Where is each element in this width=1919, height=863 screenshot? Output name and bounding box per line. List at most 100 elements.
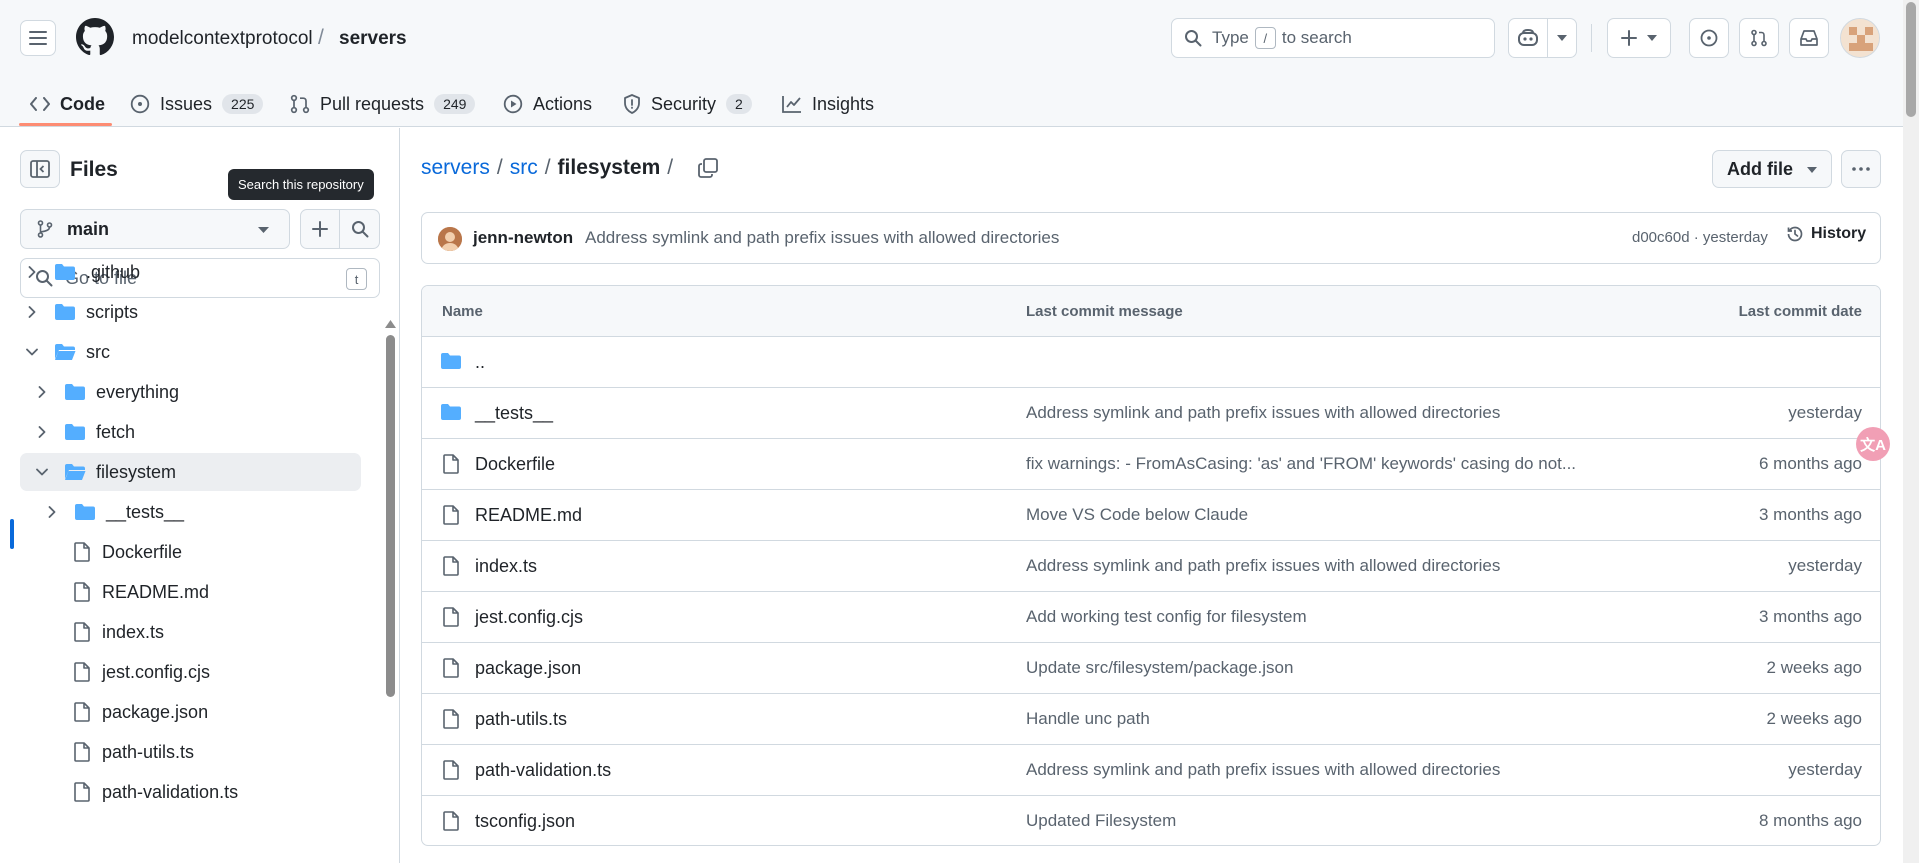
repo-owner-link[interactable]: modelcontextprotocol xyxy=(132,28,313,50)
table-row[interactable]: README.md Move VS Code below Claude 3 mont… xyxy=(422,490,1880,541)
commit-message-link[interactable]: Address symlink and path prefix issues w… xyxy=(585,228,1059,248)
copy-icon xyxy=(698,158,719,178)
tree-file-item[interactable]: index.ts xyxy=(40,613,361,651)
page-scrollbar[interactable] xyxy=(1903,0,1919,863)
pull-requests-button[interactable] xyxy=(1739,18,1779,58)
table-row[interactable]: jest.config.cjs Add working test config f… xyxy=(422,592,1880,643)
inbox-button[interactable] xyxy=(1789,18,1829,58)
user-avatar[interactable] xyxy=(1840,18,1880,58)
commit-message-link[interactable]: Move VS Code below Claude xyxy=(1026,505,1248,525)
search-input[interactable]: Type / to search xyxy=(1171,18,1495,58)
chevron-down-icon[interactable] xyxy=(24,348,40,356)
commit-message-link[interactable]: Update src/filesystem/package.json xyxy=(1026,658,1293,678)
commit-message-link[interactable]: fix warnings: - FromAsCasing: 'as' and '… xyxy=(1026,454,1576,474)
commit-message-link[interactable]: Address symlink and path prefix issues w… xyxy=(1026,403,1500,423)
commit-author-link[interactable]: jenn-newton xyxy=(473,228,573,248)
branch-selector[interactable]: main xyxy=(20,209,290,249)
commit-message-link[interactable]: Updated Filesystem xyxy=(1026,811,1176,831)
commit-message-link[interactable]: Add working test config for filesystem xyxy=(1026,607,1307,627)
file-name-link[interactable]: package.json xyxy=(475,658,581,679)
copilot-menu-button[interactable] xyxy=(1547,18,1577,58)
tab-label: Actions xyxy=(533,93,593,114)
add-file-button[interactable]: Add file xyxy=(1712,150,1832,188)
file-name-link[interactable]: path-validation.ts xyxy=(475,760,611,781)
breadcrumb-root-link[interactable]: servers xyxy=(421,156,490,180)
create-new-button[interactable] xyxy=(1607,18,1671,58)
tab-issues[interactable]: Issues 225 xyxy=(130,82,264,126)
breadcrumb-separator: / xyxy=(667,156,674,179)
tree-folder-item[interactable]: __tests__ xyxy=(40,493,361,531)
file-name-link[interactable]: Dockerfile xyxy=(475,454,555,475)
tree-folder-item[interactable]: fetch xyxy=(30,413,361,451)
file-name-link[interactable]: index.ts xyxy=(475,556,537,577)
table-row[interactable]: Dockerfile fix warnings: - FromAsCasing: … xyxy=(422,439,1880,490)
tree-file-item[interactable]: path-utils.ts xyxy=(40,733,361,771)
search-repo-button[interactable] xyxy=(339,209,380,249)
chevron-right-icon[interactable] xyxy=(34,426,50,438)
file-name-link[interactable]: jest.config.cjs xyxy=(475,607,583,628)
tree-item-label: fetch xyxy=(96,421,136,442)
sidebar-scroll-thumb[interactable] xyxy=(386,335,395,697)
commit-author-avatar[interactable] xyxy=(438,227,462,251)
tab-insights[interactable]: Insights xyxy=(782,82,874,126)
tree-file-item[interactable]: package.json xyxy=(40,693,361,731)
history-button[interactable]: History xyxy=(1786,225,1866,243)
file-name-link[interactable]: tsconfig.json xyxy=(475,811,575,832)
pull-request-icon xyxy=(290,94,310,114)
tree-file-item[interactable]: Dockerfile xyxy=(40,533,361,571)
table-row[interactable]: path-validation.ts Address symlink and pa… xyxy=(422,745,1880,796)
tab-security[interactable]: Security 2 xyxy=(623,82,752,126)
chevron-right-icon[interactable] xyxy=(24,266,40,278)
table-row[interactable]: package.json Update src/filesystem/packag… xyxy=(422,643,1880,694)
chevron-down-icon[interactable] xyxy=(34,468,50,476)
chevron-right-icon[interactable] xyxy=(44,506,60,518)
chevron-right-icon[interactable] xyxy=(34,386,50,398)
folder-open-icon xyxy=(54,343,76,361)
parent-directory-row[interactable]: .. xyxy=(422,337,1880,388)
folder-icon xyxy=(54,303,76,321)
tab-code[interactable]: Code xyxy=(30,82,105,126)
issues-button[interactable] xyxy=(1689,18,1729,58)
tree-file-item[interactable]: jest.config.cjs xyxy=(40,653,361,691)
folder-open-icon xyxy=(64,463,86,481)
copy-path-button[interactable] xyxy=(698,158,719,178)
commit-date: yesterday xyxy=(1788,403,1862,422)
tab-pull-requests[interactable]: Pull requests 249 xyxy=(290,82,476,126)
tree-folder-item[interactable]: everything xyxy=(30,373,361,411)
tree-folder-item[interactable]: scripts xyxy=(20,293,361,331)
chevron-right-icon[interactable] xyxy=(24,306,40,318)
tree-folder-item[interactable]: .github xyxy=(20,253,361,291)
copilot-button[interactable] xyxy=(1508,18,1548,58)
table-row[interactable]: index.ts Address symlink and path prefix … xyxy=(422,541,1880,592)
translate-icon: 文A xyxy=(1860,436,1886,454)
commit-message-link[interactable]: Address symlink and path prefix issues w… xyxy=(1026,556,1500,576)
add-file-sidebar-button[interactable] xyxy=(300,209,340,249)
file-name-link[interactable]: README.md xyxy=(475,505,582,526)
commit-message-link[interactable]: Handle unc path xyxy=(1026,709,1150,729)
file-name-link[interactable]: path-utils.ts xyxy=(475,709,567,730)
translate-extension-button[interactable]: 文A xyxy=(1856,427,1890,461)
collapse-sidebar-button[interactable] xyxy=(20,150,60,188)
breadcrumb-src-link[interactable]: src xyxy=(510,156,538,180)
table-row[interactable]: tsconfig.json Updated Filesystem 8 months … xyxy=(422,796,1880,845)
caret-down-icon xyxy=(1807,167,1817,173)
file-name-link[interactable]: __tests__ xyxy=(475,403,553,424)
tab-actions[interactable]: Actions xyxy=(503,82,592,126)
search-prefix: Type xyxy=(1212,28,1249,47)
graph-icon xyxy=(782,96,801,113)
github-logo-icon[interactable] xyxy=(76,18,114,56)
tree-folder-item[interactable]: filesystem xyxy=(20,453,361,491)
folder-icon xyxy=(440,352,462,370)
table-row[interactable]: __tests__ Address symlink and path prefix… xyxy=(422,388,1880,439)
table-row[interactable]: path-utils.ts Handle unc path 2 weeks ago xyxy=(422,694,1880,745)
commit-sha-link[interactable]: d00c60d · yesterday xyxy=(1632,229,1768,246)
more-options-button[interactable] xyxy=(1841,150,1881,188)
tree-file-item[interactable]: path-validation.ts xyxy=(40,773,361,811)
repo-name-link[interactable]: servers xyxy=(339,28,407,50)
parent-directory-link[interactable]: .. xyxy=(475,352,485,373)
tree-folder-item[interactable]: src xyxy=(20,333,361,371)
menu-button[interactable] xyxy=(20,20,56,56)
page-scroll-thumb[interactable] xyxy=(1906,2,1916,117)
commit-message-link[interactable]: Address symlink and path prefix issues w… xyxy=(1026,760,1500,780)
tree-file-item[interactable]: README.md xyxy=(40,573,361,611)
